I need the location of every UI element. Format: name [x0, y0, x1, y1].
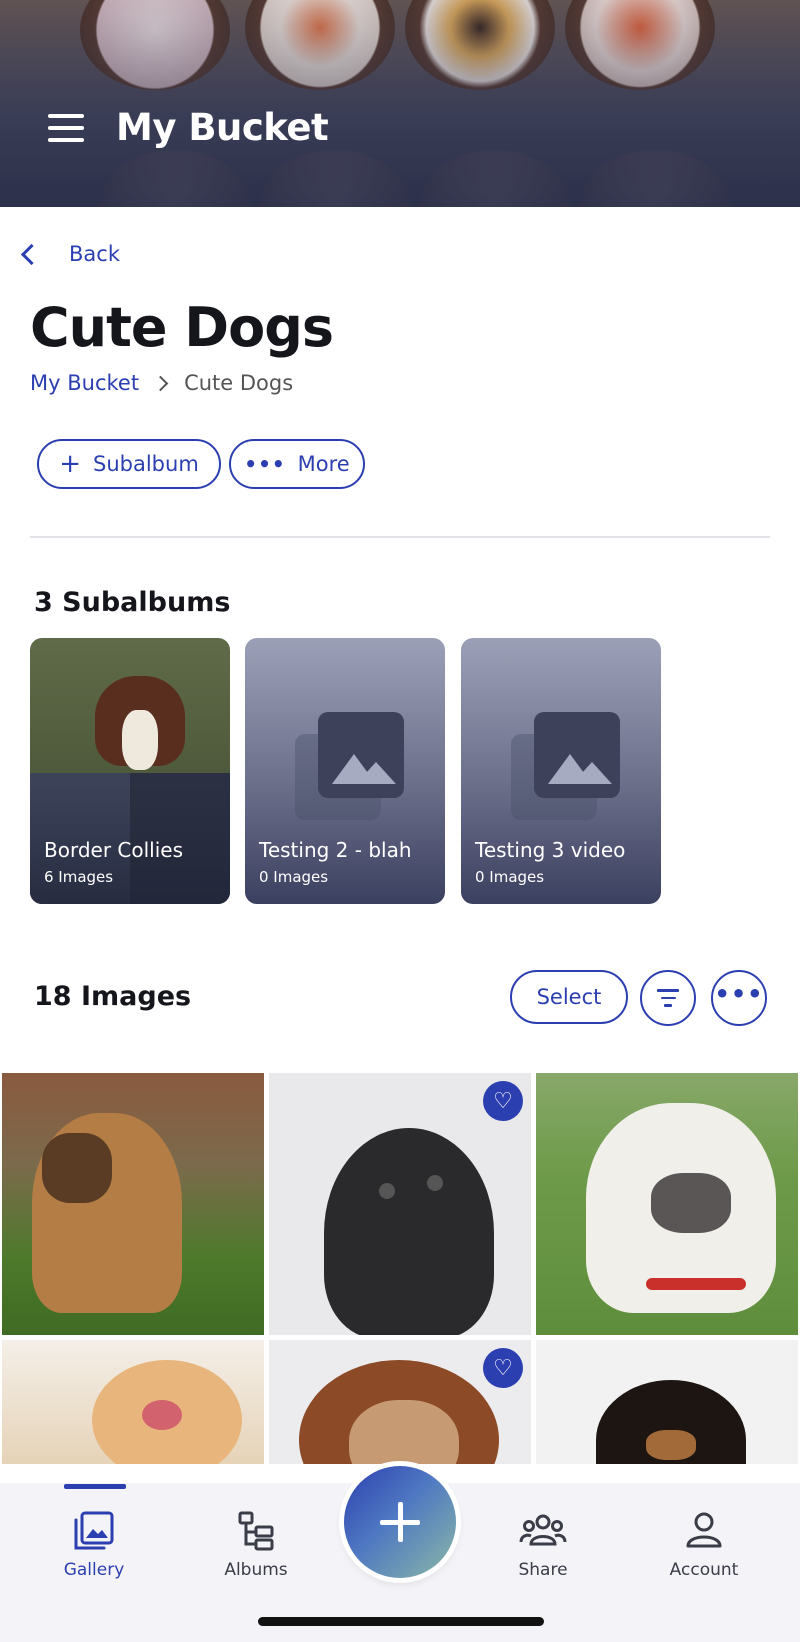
more-options-button[interactable]: •••: [711, 970, 767, 1026]
add-subalbum-button[interactable]: + Subalbum: [37, 439, 221, 489]
subalbum-name: Testing 2 - blah: [259, 838, 412, 862]
tab-label: Share: [518, 1560, 568, 1580]
gallery-icon: [74, 1511, 114, 1550]
subalbum-count: 6 Images: [44, 868, 114, 886]
image-thumbnail[interactable]: [536, 1073, 798, 1335]
dog-figure: [651, 1173, 731, 1233]
dog-figure: [324, 1128, 494, 1335]
header-banner: My Bucket: [0, 0, 800, 207]
filter-button[interactable]: [640, 970, 696, 1026]
header-title: My Bucket: [116, 106, 329, 149]
more-icon: •••: [714, 980, 764, 1008]
account-icon: [686, 1512, 722, 1548]
page-title: Cute Dogs: [30, 296, 334, 359]
dog-figure: [427, 1175, 443, 1191]
add-button[interactable]: [344, 1466, 456, 1578]
subalbum-name: Testing 3 video: [475, 838, 626, 862]
subalbum-count: 0 Images: [259, 868, 329, 886]
more-icon: •••: [244, 452, 286, 476]
favorite-button[interactable]: ♡: [483, 1348, 523, 1388]
heart-icon: ♡: [493, 1355, 513, 1381]
subalbum-count: 0 Images: [475, 868, 545, 886]
subalbum-card[interactable]: Testing 2 - blah 0 Images: [245, 638, 445, 904]
tab-account[interactable]: Account: [634, 1510, 774, 1580]
image-thumbnail[interactable]: [536, 1340, 798, 1464]
plus-icon: [397, 1502, 403, 1542]
more-button[interactable]: ••• More: [229, 439, 365, 489]
tab-active-indicator: [64, 1484, 126, 1489]
subalbum-card[interactable]: Testing 3 video 0 Images: [461, 638, 661, 904]
tab-share[interactable]: Share: [473, 1510, 613, 1580]
filter-icon: [657, 989, 679, 1007]
breadcrumb-root-link[interactable]: My Bucket: [30, 371, 139, 395]
tab-label: Albums: [224, 1560, 288, 1580]
breadcrumb-current: Cute Dogs: [184, 371, 294, 395]
dog-figure: [42, 1133, 112, 1203]
dog-figure: [646, 1430, 696, 1460]
breadcrumb: My Bucket Cute Dogs: [30, 371, 293, 395]
heart-icon: ♡: [493, 1088, 513, 1114]
tab-gallery[interactable]: Gallery: [24, 1510, 164, 1580]
chevron-left-icon: [20, 243, 43, 265]
dog-figure: [142, 1400, 182, 1430]
subalbums-heading: 3 Subalbums: [34, 587, 231, 618]
dog-figure: [349, 1400, 459, 1464]
albums-icon: [238, 1511, 274, 1551]
image-thumbnail[interactable]: ♡: [269, 1073, 531, 1335]
images-heading: 18 Images: [34, 981, 192, 1012]
tab-albums[interactable]: Albums: [186, 1510, 326, 1580]
subalbum-card[interactable]: Border Collies 6 Images: [30, 638, 230, 904]
divider: [30, 536, 770, 538]
dog-figure: [379, 1183, 395, 1199]
image-thumbnail[interactable]: ♡: [269, 1340, 531, 1464]
subalbum-name: Border Collies: [44, 838, 184, 862]
share-icon: [519, 1514, 567, 1546]
tab-label: Account: [669, 1560, 739, 1580]
tab-label: Gallery: [63, 1560, 125, 1580]
header-shade: [0, 0, 800, 207]
add-subalbum-label: Subalbum: [93, 452, 199, 476]
album-overlay: [30, 638, 230, 904]
image-thumbnail[interactable]: [2, 1073, 264, 1335]
back-label: Back: [69, 242, 120, 266]
favorite-button[interactable]: ♡: [483, 1081, 523, 1121]
dog-figure: [646, 1278, 746, 1290]
plus-icon: +: [59, 449, 81, 479]
back-button[interactable]: Back: [20, 242, 120, 266]
image-thumbnail[interactable]: [2, 1340, 264, 1464]
more-label: More: [297, 452, 350, 476]
chevron-right-icon: [152, 375, 169, 391]
menu-icon[interactable]: [48, 114, 84, 142]
select-button[interactable]: Select: [510, 970, 628, 1024]
home-indicator: [258, 1617, 544, 1626]
